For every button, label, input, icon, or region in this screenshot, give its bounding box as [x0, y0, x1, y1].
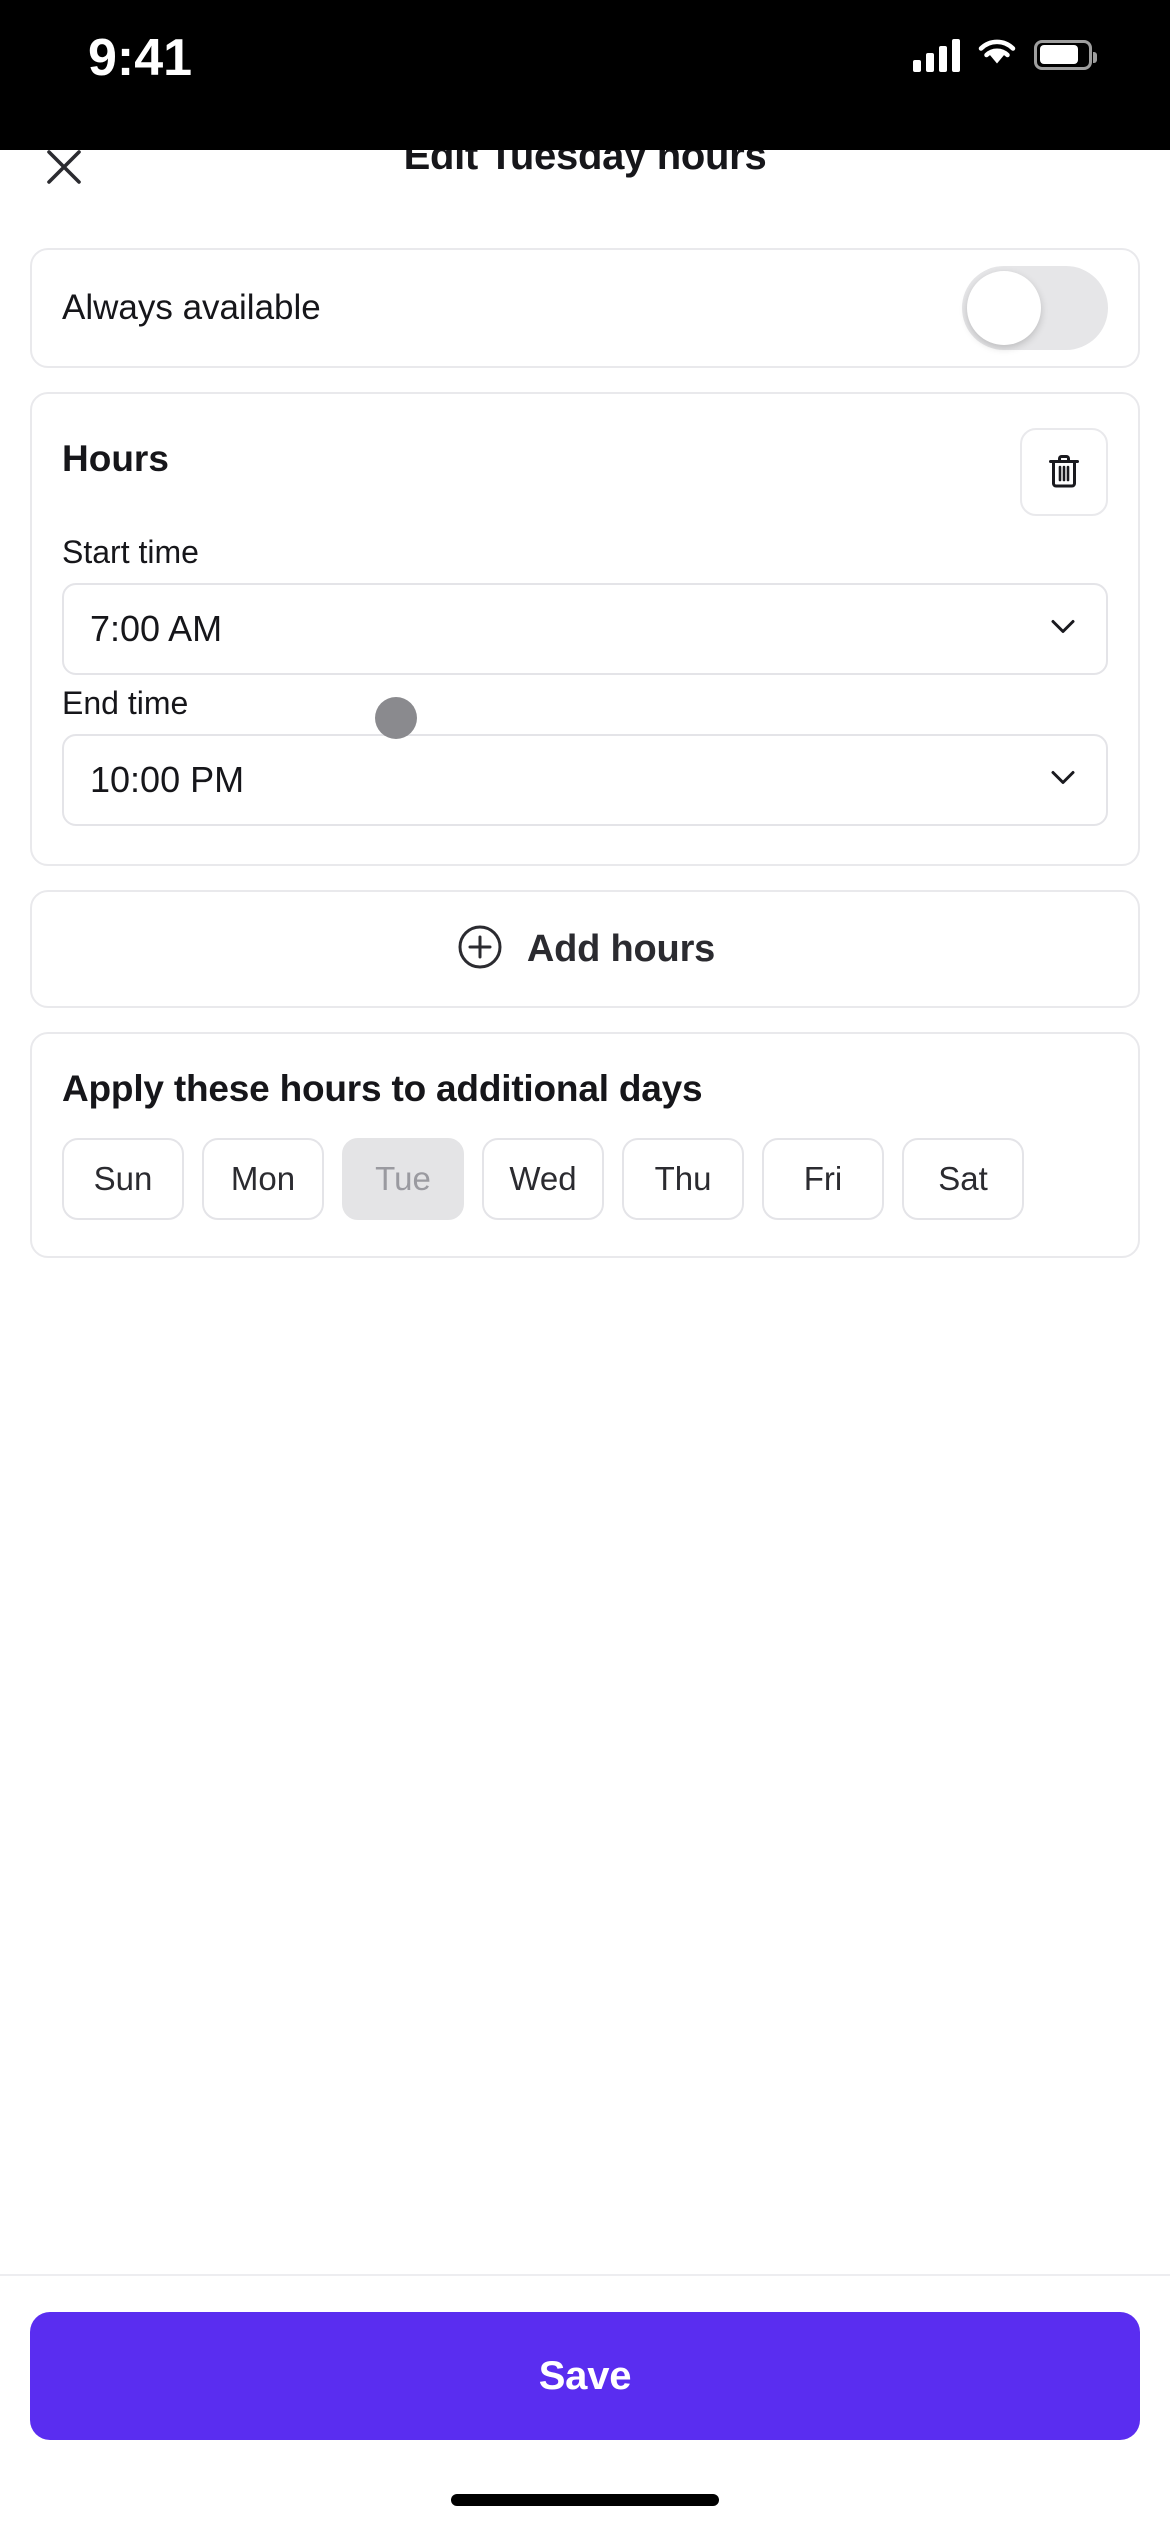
plus-circle-icon — [455, 922, 505, 977]
end-time-label: End time — [62, 685, 189, 721]
always-available-card: Always available — [30, 248, 1140, 368]
hours-title: Hours — [62, 438, 169, 479]
hours-card: Hours Start time 7:00 AM End time 10:00 … — [30, 392, 1140, 866]
sheet-content: Always available Hours Start time 7:00 A… — [0, 248, 1170, 1258]
end-time-value: 10:00 PM — [90, 759, 245, 800]
day-chip-mon[interactable]: Mon — [202, 1138, 324, 1220]
apply-days-card: Apply these hours to additional days Sun… — [30, 1032, 1140, 1258]
always-available-toggle[interactable] — [962, 266, 1108, 350]
day-chip-sat[interactable]: Sat — [902, 1138, 1024, 1220]
status-time: 9:41 — [88, 29, 193, 87]
start-time-value: 7:00 AM — [90, 608, 223, 649]
delete-hours-button[interactable] — [1020, 428, 1108, 516]
start-time-select[interactable]: 7:00 AM — [62, 583, 1108, 675]
phone-screen: 9:41 Edit Tuesday hours Always available… — [0, 0, 1170, 2532]
apply-days-title: Apply these hours to additional days — [62, 1068, 703, 1109]
chevron-down-icon — [1046, 761, 1080, 800]
cellular-signal-icon — [913, 38, 960, 72]
modal-sheet: Edit Tuesday hours Always available Hour… — [0, 104, 1170, 2532]
chevron-down-icon — [1046, 610, 1080, 649]
toggle-knob — [967, 271, 1041, 345]
day-chip-thu[interactable]: Thu — [622, 1138, 744, 1220]
footer-bar: Save — [0, 2274, 1170, 2532]
status-indicators — [913, 36, 1097, 73]
trash-icon — [1042, 449, 1086, 496]
battery-icon — [1034, 39, 1097, 70]
always-available-label: Always available — [62, 288, 321, 327]
day-chip-wed[interactable]: Wed — [482, 1138, 604, 1220]
start-time-label: Start time — [62, 534, 199, 570]
day-chip-tue: Tue — [342, 1138, 464, 1220]
status-bar: 9:41 — [0, 0, 1170, 150]
hours-header: Hours — [62, 428, 1108, 516]
day-chip-fri[interactable]: Fri — [762, 1138, 884, 1220]
home-indicator[interactable] — [451, 2494, 719, 2506]
add-hours-label: Add hours — [526, 927, 716, 970]
day-chip-sun[interactable]: Sun — [62, 1138, 184, 1220]
add-hours-button[interactable]: Add hours — [30, 890, 1140, 1008]
day-chip-list: Sun Mon Tue Wed Thu Fri Sat — [62, 1138, 1108, 1220]
wifi-icon — [976, 36, 1018, 73]
save-button[interactable]: Save — [30, 2312, 1140, 2440]
end-time-select[interactable]: 10:00 PM — [62, 734, 1108, 826]
